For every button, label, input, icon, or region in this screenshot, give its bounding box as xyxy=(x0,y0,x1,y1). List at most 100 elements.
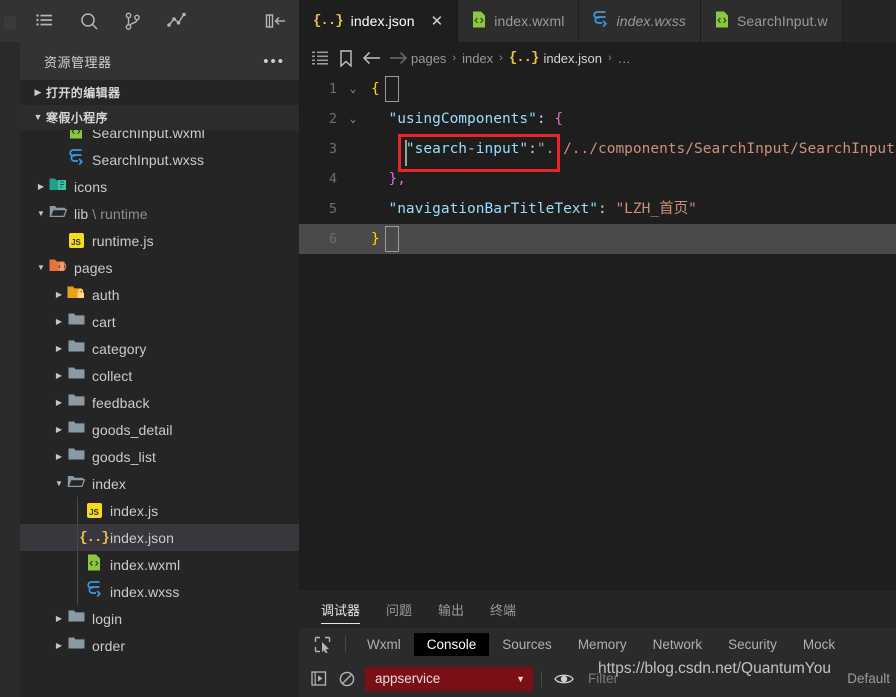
tree-item-feedback[interactable]: ▶ feedback xyxy=(20,389,299,416)
tree-item-index[interactable]: ▼ index xyxy=(20,470,299,497)
console-context-select[interactable]: appservice ▼ xyxy=(365,666,533,691)
code-token: , xyxy=(397,171,406,187)
folder-icon xyxy=(68,339,85,358)
file-tree[interactable]: SearchInput.wxml SearchInput.wxss ▶ icons ▼ l… xyxy=(20,130,299,697)
tree-item-goods-list[interactable]: ▶ goods_list xyxy=(20,443,299,470)
panel-tab[interactable]: 问题 xyxy=(386,590,412,628)
bookmark-icon[interactable] xyxy=(333,49,359,67)
breadcrumb-segment-file[interactable]: index.json xyxy=(543,51,602,66)
devtools-tab-memory[interactable]: Memory xyxy=(565,633,640,656)
section-project-root[interactable]: ▼ 寒假小程序 xyxy=(20,105,299,130)
back-arrow-icon[interactable] xyxy=(359,51,385,65)
chevron-right-icon: ▶ xyxy=(37,181,45,191)
tree-item-label: pages xyxy=(74,259,113,276)
code-token: "search-input" xyxy=(405,141,529,157)
devtools-tab-wxml[interactable]: Wxml xyxy=(354,633,414,656)
tree-item-cart[interactable]: ▶ cart xyxy=(20,308,299,335)
explorer-more-actions-button[interactable]: ••• xyxy=(263,54,285,69)
tab-label: index.wxml xyxy=(494,13,565,29)
code-line-2[interactable]: 2 ⌄ "usingComponents": { xyxy=(299,104,896,134)
code-line-4[interactable]: 4 }, xyxy=(299,164,896,194)
execute-icon[interactable] xyxy=(305,668,333,690)
source-control-icon[interactable] xyxy=(122,10,144,32)
live-expression-icon[interactable] xyxy=(550,668,578,690)
console-level-select[interactable]: Default xyxy=(847,671,890,686)
tree-item-index-json[interactable]: {..} index.json xyxy=(20,524,299,551)
panel-tab-bar[interactable]: 调试器 问题 输出 终端 xyxy=(299,590,896,628)
code-line-text: } xyxy=(365,224,380,254)
editor-tab-index-wxml[interactable]: index.wxml xyxy=(458,0,580,42)
devtools-tab-console[interactable]: Console xyxy=(413,632,490,656)
code-line-3[interactable]: 3 "search-input":"../../components/Searc… xyxy=(299,134,896,164)
search-icon[interactable] xyxy=(78,10,100,32)
tree-item-order[interactable]: ▶ order xyxy=(20,632,299,659)
devtools-tab-network[interactable]: Network xyxy=(640,633,716,656)
editor-tab-index-json[interactable]: {..} index.json ✕ xyxy=(299,0,459,42)
breadcrumb-segment-index[interactable]: index xyxy=(462,51,493,66)
panel-tab[interactable]: 调试器 xyxy=(321,590,361,628)
tree-item-label: category xyxy=(92,340,147,357)
tree-item-icons[interactable]: ▶ icons xyxy=(20,173,299,200)
breadcrumb-segment-symbol[interactable]: … xyxy=(618,51,631,66)
folder-open-icon xyxy=(49,204,68,223)
json-file-icon: {..} xyxy=(79,529,110,546)
inspect-element-icon[interactable] xyxy=(307,632,337,656)
tree-item-icon: {..} xyxy=(79,530,110,546)
code-token: "LZH_首页" xyxy=(615,201,697,217)
tree-item-label: index.wxss xyxy=(110,583,180,600)
tree-item-index-wxss[interactable]: index.wxss xyxy=(20,578,299,605)
console-toolbar: appservice ▼ Filter Default xyxy=(299,660,896,697)
editor-tab-index-wxss[interactable]: index.wxss xyxy=(579,0,701,42)
tree-item-category[interactable]: ▶ category xyxy=(20,335,299,362)
tree-item-runtime-js[interactable]: JS runtime.js xyxy=(20,227,299,254)
section-open-editors[interactable]: ▶ 打开的编辑器 xyxy=(20,80,299,105)
devtools-tab-security[interactable]: Security xyxy=(715,633,790,656)
tree-item-label: index.wxml xyxy=(110,556,181,573)
explorer-icon[interactable] xyxy=(34,10,56,32)
breadcrumb-segment-pages[interactable]: pages xyxy=(411,51,446,66)
clear-console-icon[interactable] xyxy=(333,668,361,690)
code-token: "../../components/SearchInput/SearchInpu… xyxy=(536,141,896,157)
tree-item-searchinput-wxss[interactable]: SearchInput.wxss xyxy=(20,146,299,173)
sidebar-toolbar xyxy=(20,0,299,42)
code-line-text: "search-input":"../../components/SearchI… xyxy=(365,134,896,164)
tree-item-icon xyxy=(66,394,86,411)
panel-tab[interactable]: 输出 xyxy=(438,590,464,628)
folder-icon xyxy=(68,447,85,466)
devtools-tab-bar[interactable]: Wxml Console Sources Memory Network Security M… xyxy=(299,628,896,660)
code-line-5[interactable]: 5 "navigationBarTitleText": "LZH_首页" xyxy=(299,194,896,224)
tree-item-auth[interactable]: ▶ auth xyxy=(20,281,299,308)
tree-item-searchinput-wxml[interactable]: SearchInput.wxml xyxy=(20,130,299,146)
outline-icon[interactable] xyxy=(307,51,333,65)
fold-chevron-icon[interactable]: ⌄ xyxy=(341,104,365,134)
wxml-file-icon xyxy=(472,11,486,31)
code-line-1[interactable]: 1 ⌄ { xyxy=(299,74,896,104)
code-editor[interactable]: 1 ⌄{2 ⌄ "usingComponents": {3 "search-inpu… xyxy=(299,74,896,589)
panel-tab[interactable]: 终端 xyxy=(490,590,516,628)
close-icon[interactable]: ✕ xyxy=(431,14,444,29)
folder-icon xyxy=(68,609,85,628)
breadcrumb: pages › index › {..} index.json › … xyxy=(299,42,896,74)
tree-item-lib[interactable]: ▼ lib \ runtime xyxy=(20,200,299,227)
collapse-sidebar-icon[interactable] xyxy=(265,10,287,32)
tree-item-index-wxml[interactable]: index.wxml xyxy=(20,551,299,578)
activity-strip-body xyxy=(0,42,20,697)
tree-item-label: order xyxy=(92,637,126,654)
code-line-6[interactable]: 6} xyxy=(299,224,896,254)
run-debug-icon[interactable] xyxy=(166,10,188,32)
folder-icon xyxy=(68,636,85,655)
tree-item-goods-detail[interactable]: ▶ goods_detail xyxy=(20,416,299,443)
line-number: 3 xyxy=(328,141,337,157)
devtools-tab-mock[interactable]: Mock xyxy=(790,633,848,656)
tree-item-login[interactable]: ▶ login xyxy=(20,605,299,632)
editor-tab-searchinput-w[interactable]: SearchInput.w xyxy=(700,0,843,42)
tree-item-icon xyxy=(66,421,86,438)
fold-chevron-icon[interactable]: ⌄ xyxy=(341,74,365,104)
editor-tab-bar[interactable]: {..} index.json ✕ index.wxml index.wxss Searc… xyxy=(299,0,896,42)
tree-item-index-js[interactable]: JS index.js xyxy=(20,497,299,524)
console-filter-input[interactable]: Filter xyxy=(588,671,618,686)
devtools-tab-sources[interactable]: Sources xyxy=(489,633,565,656)
tree-item-pages[interactable]: ▼ pages xyxy=(20,254,299,281)
tree-item-collect[interactable]: ▶ collect xyxy=(20,362,299,389)
forward-arrow-icon[interactable] xyxy=(385,51,411,65)
